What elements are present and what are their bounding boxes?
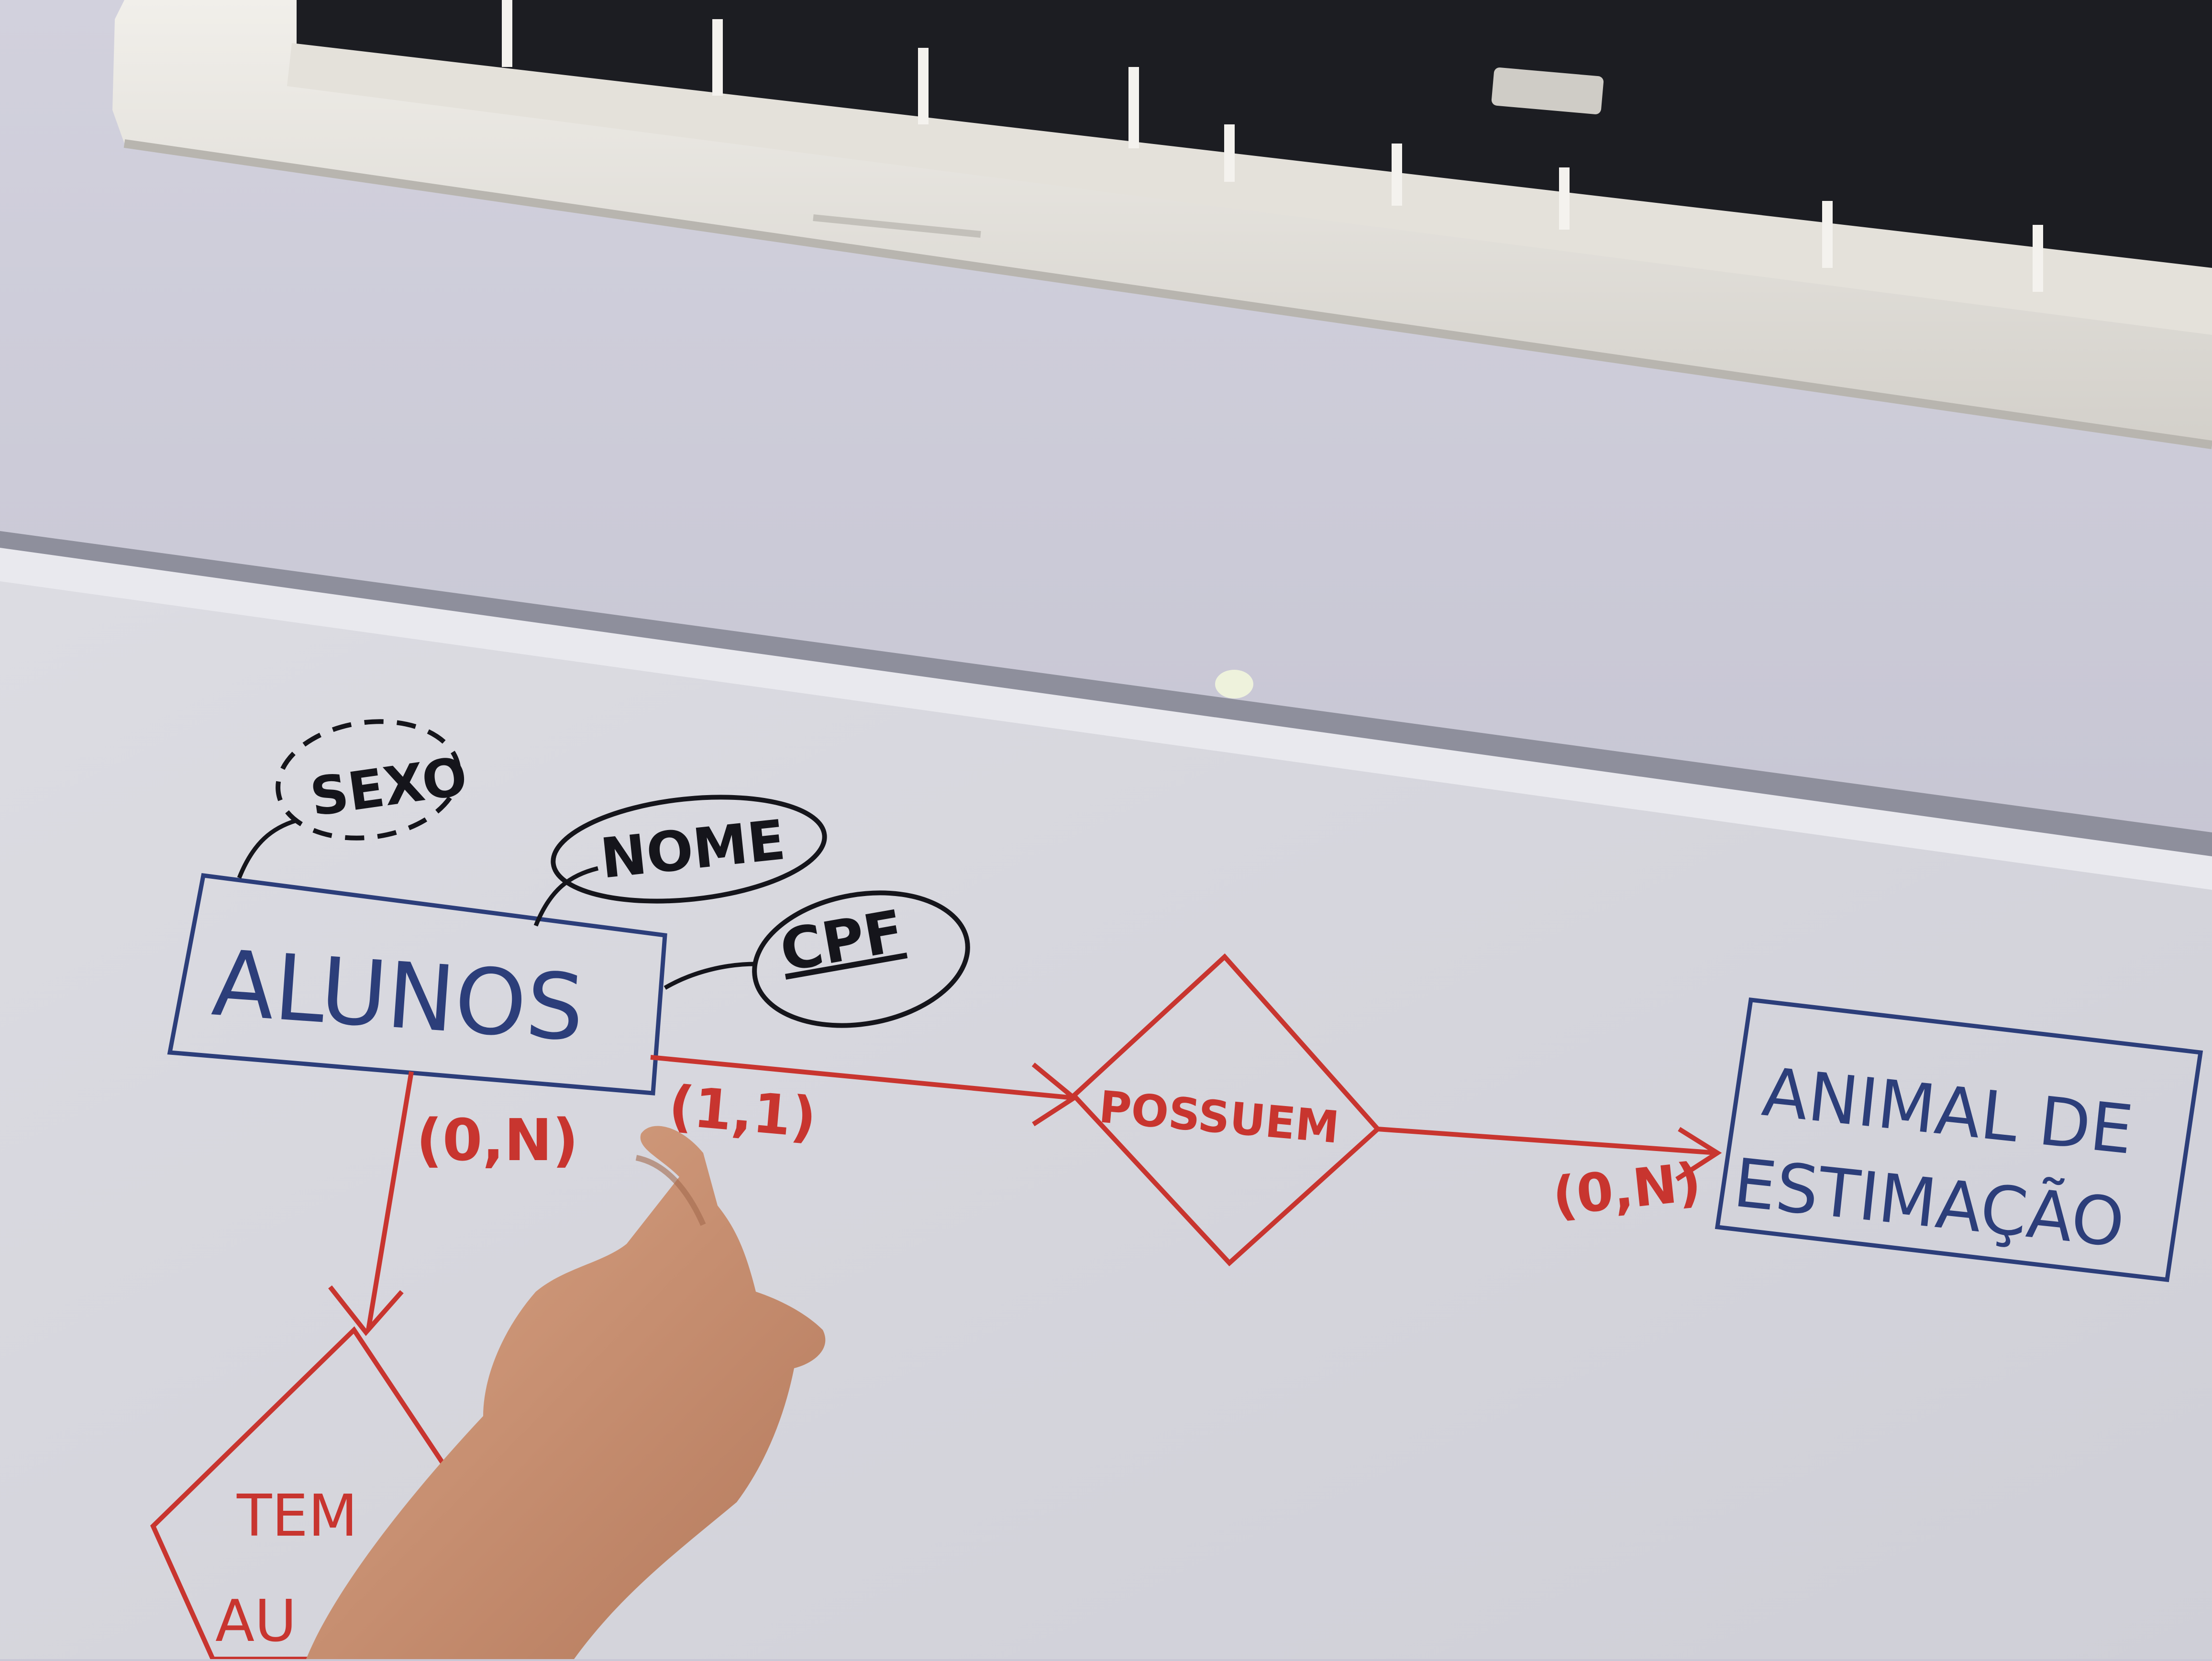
cardinality-alunos-possuem: (1,1) [666,1074,819,1150]
relationship-tem-label-line1: TEM [236,1483,358,1550]
photo-canvas: ALUNOS ANIMAL DE ESTIMAÇÃO SEXO NOME CPF… [0,0,2212,1661]
cardinality-alunos-tem: (0,N) [416,1107,578,1174]
relationship-tem-label-line2: AU [215,1588,297,1655]
whiteboard-photo: ALUNOS ANIMAL DE ESTIMAÇÃO SEXO NOME CPF… [0,0,2212,1661]
